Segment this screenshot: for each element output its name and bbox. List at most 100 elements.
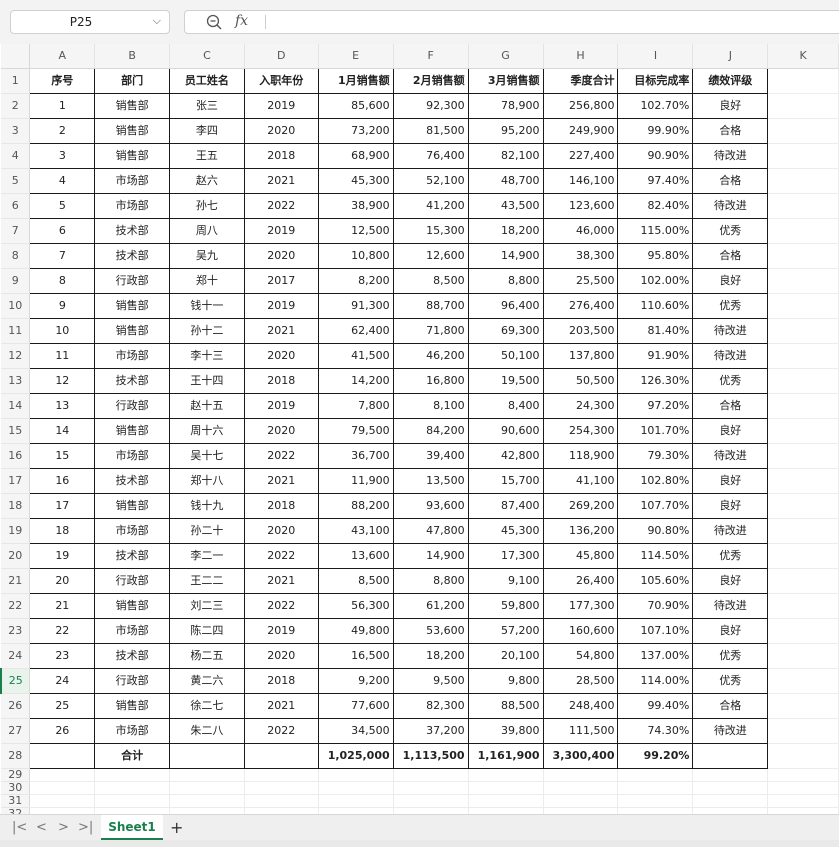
cell[interactable]: 合格 [692, 393, 769, 419]
cell[interactable]: 2022 [243, 593, 319, 619]
cell[interactable] [767, 781, 839, 795]
cell[interactable]: 张三 [168, 93, 245, 119]
cell[interactable]: 2020 [243, 343, 319, 369]
cell[interactable]: 59,800 [467, 593, 544, 619]
cell[interactable]: 2018 [243, 143, 319, 169]
cell[interactable]: 24,300 [542, 393, 619, 419]
row-header[interactable]: 25 [0, 668, 31, 694]
cell[interactable]: 行政部 [94, 268, 170, 294]
cell[interactable]: 18 [29, 518, 96, 544]
cell[interactable]: 38,900 [317, 193, 394, 219]
cell[interactable] [767, 218, 839, 244]
cell[interactable]: 8,100 [392, 393, 469, 419]
cell[interactable] [692, 743, 769, 769]
cell[interactable] [94, 768, 170, 782]
cell[interactable]: 20,100 [467, 643, 544, 669]
cell[interactable]: 45,300 [317, 168, 394, 194]
cell[interactable]: 15,300 [392, 218, 469, 244]
cell[interactable]: 2020 [243, 243, 319, 269]
cell[interactable]: 99.20% [617, 743, 694, 769]
cell[interactable]: 118,900 [542, 443, 619, 469]
cell[interactable]: 77,600 [317, 693, 394, 719]
column-header[interactable]: F [393, 44, 469, 69]
cell[interactable]: 良好 [692, 568, 769, 594]
cell[interactable]: 销售部 [94, 418, 170, 444]
cell[interactable]: 1,025,000 [317, 743, 394, 769]
cell[interactable]: 李十三 [168, 343, 245, 369]
cell[interactable]: 优秀 [692, 643, 769, 669]
cell[interactable]: 2021 [243, 168, 319, 194]
cell[interactable] [393, 794, 469, 808]
cell[interactable]: 69,300 [467, 318, 544, 344]
row-header[interactable]: 4 [1, 143, 31, 169]
row-header[interactable]: 16 [1, 443, 31, 469]
cell[interactable]: 技术部 [94, 243, 170, 269]
cell[interactable]: 2020 [243, 118, 319, 144]
cell[interactable] [767, 493, 839, 519]
cell[interactable]: 47,800 [392, 518, 469, 544]
cell[interactable] [318, 794, 394, 808]
cell[interactable]: 68,900 [317, 143, 394, 169]
cell[interactable]: 123,600 [542, 193, 619, 219]
cell[interactable]: 2019 [243, 218, 319, 244]
cell[interactable]: 78,900 [467, 93, 544, 119]
cell[interactable] [468, 781, 544, 795]
cell[interactable] [767, 118, 839, 144]
cell[interactable]: 136,200 [542, 518, 619, 544]
row-header[interactable]: 8 [1, 243, 31, 269]
cell[interactable] [169, 768, 245, 782]
cell[interactable] [168, 743, 245, 769]
cell[interactable]: 2020 [243, 418, 319, 444]
cell[interactable]: 行政部 [94, 668, 170, 694]
cell[interactable]: 41,100 [542, 468, 619, 494]
cell[interactable] [244, 781, 319, 795]
cell[interactable] [767, 93, 839, 119]
cell[interactable] [393, 781, 469, 795]
row-header[interactable]: 14 [1, 393, 31, 419]
row-header[interactable]: 27 [1, 718, 31, 744]
row-header[interactable]: 24 [1, 643, 31, 669]
column-header[interactable]: C [169, 44, 245, 69]
cell[interactable]: 孙七 [168, 193, 245, 219]
cell[interactable]: 12 [29, 368, 96, 394]
column-header[interactable]: I [617, 44, 694, 69]
cell[interactable]: 22 [29, 618, 96, 644]
row-header[interactable]: 7 [1, 218, 31, 244]
cell[interactable]: 11 [29, 343, 96, 369]
cell[interactable] [617, 781, 694, 795]
function-icon[interactable]: fx [235, 13, 248, 29]
cell[interactable]: 2019 [243, 93, 319, 119]
cell[interactable]: 1月销售额 [317, 68, 394, 94]
cell[interactable]: 技术部 [94, 468, 170, 494]
cell[interactable]: 17 [29, 493, 96, 519]
cell[interactable]: 目标完成率 [617, 68, 694, 94]
cell[interactable]: 101.70% [617, 418, 694, 444]
cell[interactable]: 43,500 [467, 193, 544, 219]
cell[interactable]: 37,200 [392, 718, 469, 744]
cell[interactable] [29, 768, 96, 782]
cell[interactable]: 郑十八 [168, 468, 245, 494]
cell[interactable] [767, 368, 839, 394]
cell[interactable]: 54,800 [542, 643, 619, 669]
cell[interactable]: 73,200 [317, 118, 394, 144]
cell[interactable]: 2019 [243, 393, 319, 419]
cell[interactable] [767, 718, 839, 744]
cell[interactable]: 85,600 [317, 93, 394, 119]
cell[interactable]: 18,200 [392, 643, 469, 669]
cell[interactable] [767, 543, 839, 569]
cell[interactable]: 8,500 [317, 568, 394, 594]
cell[interactable] [767, 768, 839, 782]
row-header[interactable]: 12 [1, 343, 31, 369]
cell[interactable]: 16 [29, 468, 96, 494]
cell[interactable] [767, 668, 839, 694]
cell[interactable]: 16,800 [392, 368, 469, 394]
row-header[interactable]: 22 [1, 593, 31, 619]
name-box[interactable]: P25 ⌵ [10, 10, 170, 34]
cell[interactable]: 2022 [243, 718, 319, 744]
cell[interactable]: 99.90% [617, 118, 694, 144]
cell[interactable]: 45,800 [542, 543, 619, 569]
cell[interactable]: 160,600 [542, 618, 619, 644]
cell[interactable] [767, 168, 839, 194]
row-header[interactable]: 6 [1, 193, 31, 219]
cell[interactable]: 10,800 [317, 243, 394, 269]
